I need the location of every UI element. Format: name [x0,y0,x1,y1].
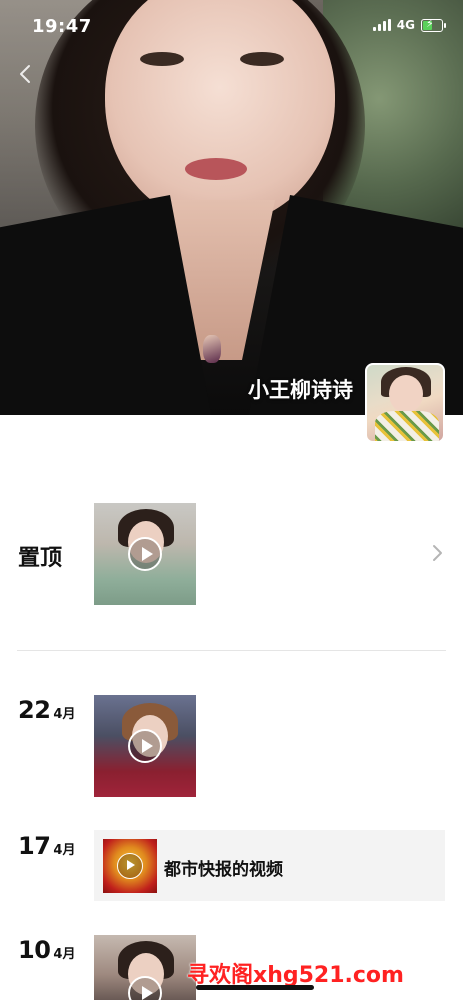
post-day: 10 [18,936,51,964]
pinned-label: 置顶 [18,546,63,571]
cover-eye-right [240,52,284,66]
play-icon [128,729,162,763]
post-date: 10 4月 [18,936,75,964]
status-bar-right: 4G ⚡ [372,17,446,32]
profile-name: 小王柳诗诗 [248,378,353,402]
cover-pendant [203,335,221,363]
post-date: 22 4月 [18,696,75,724]
play-icon [117,853,143,879]
profile-cover-photo[interactable] [0,0,463,415]
chevron-right-icon[interactable] [430,544,444,562]
play-icon [128,537,162,571]
section-divider [17,650,446,651]
shared-video-card[interactable]: 都市快报的视频 [94,830,445,901]
avatar[interactable] [365,363,445,443]
cover-lips [185,158,247,180]
post-day: 17 [18,832,51,860]
post-month: 4月 [53,947,76,962]
post-month: 4月 [53,707,76,722]
signal-icon [372,19,391,31]
back-icon[interactable] [14,62,38,86]
post-day: 22 [18,696,51,724]
pinned-video-thumbnail[interactable] [94,503,196,605]
network-label: 4G [396,18,415,32]
shared-video-thumbnail [103,839,157,893]
post-date: 17 4月 [18,832,75,860]
post-month: 4月 [53,843,76,858]
shared-video-title: 都市快报的视频 [164,860,283,880]
home-indicator[interactable] [196,985,314,990]
video-thumbnail[interactable] [94,695,196,797]
cover-eye-left [140,52,184,66]
video-thumbnail[interactable] [94,935,196,1000]
battery-charging-icon: ⚡ [421,17,446,32]
status-time: 19:47 [32,16,92,37]
